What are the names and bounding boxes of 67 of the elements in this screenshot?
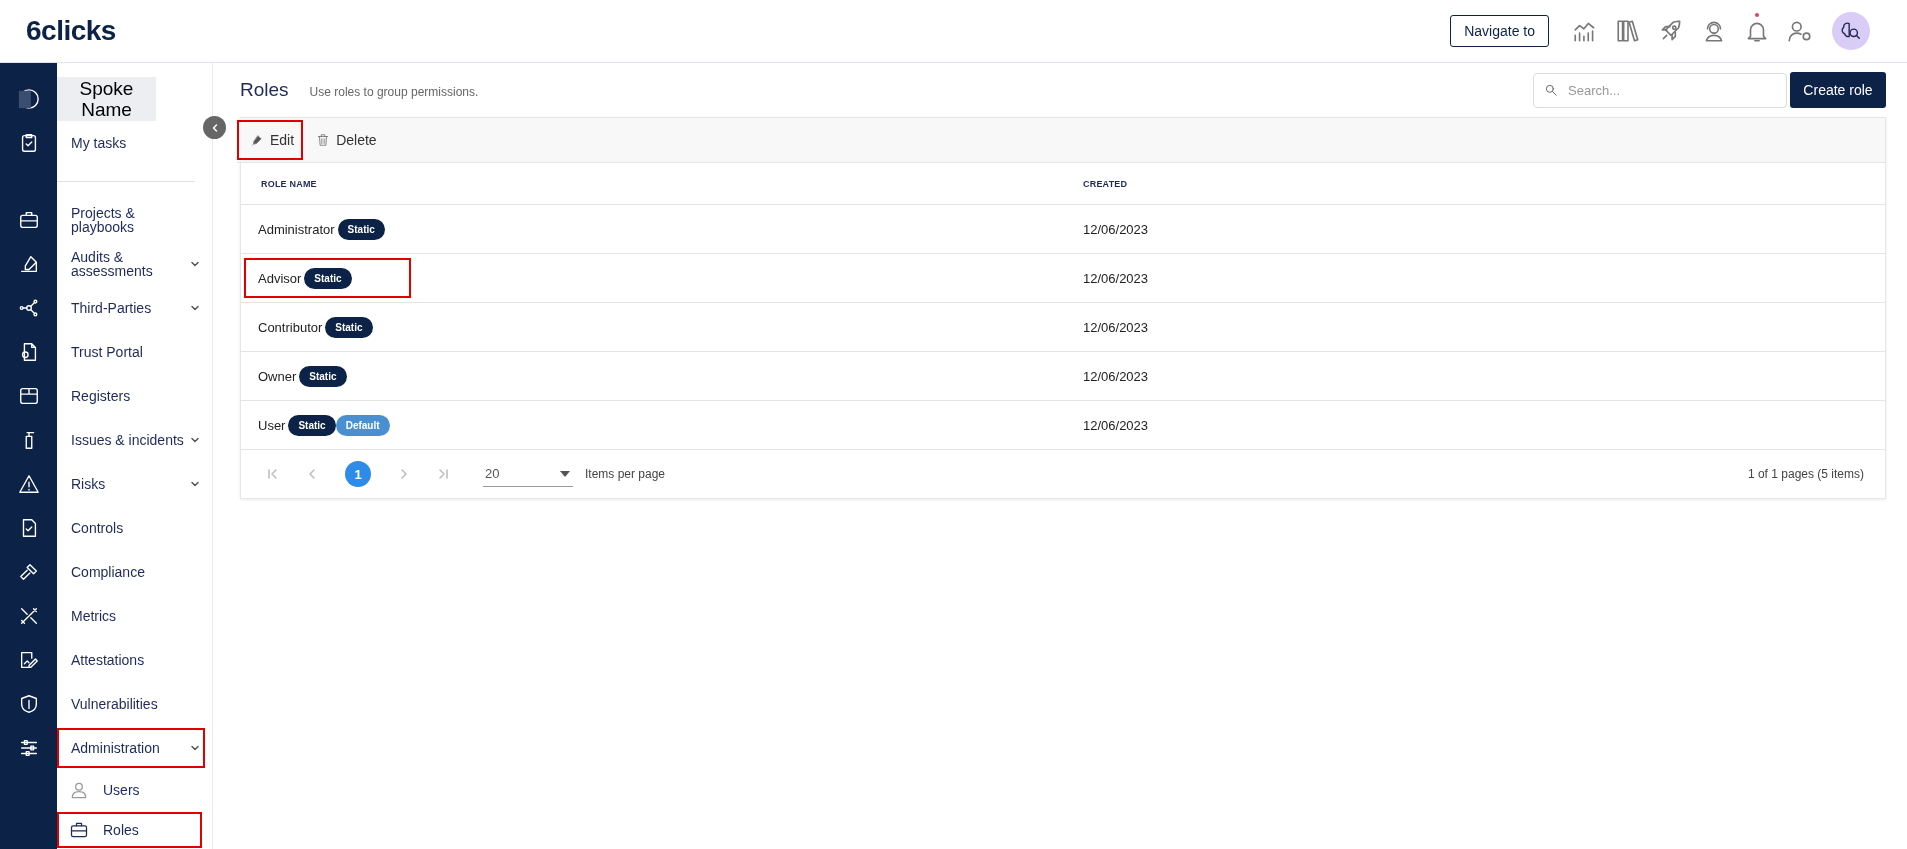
sidebar-item[interactable]: Third-Parties <box>57 288 205 328</box>
logo[interactable]: 6clicks <box>26 15 116 47</box>
role-name[interactable]: User <box>258 417 286 433</box>
sidebar-item[interactable]: Audits & assessments <box>57 244 205 284</box>
create-role-button[interactable]: Create role <box>1790 72 1886 108</box>
org-logo-icon[interactable] <box>17 88 40 110</box>
role-name[interactable]: Contributor <box>258 319 323 335</box>
default-tag: Default <box>335 414 390 436</box>
menu-item-icon[interactable] <box>17 473 40 495</box>
menu-item-icon[interactable] <box>17 561 40 583</box>
items-per-page-label: Items per page <box>585 467 666 481</box>
assistant-button[interactable] <box>1832 12 1870 50</box>
sidebar-item[interactable]: Metrics <box>57 596 205 636</box>
static-tag: Static <box>337 218 385 240</box>
role-name[interactable]: Owner <box>258 368 297 384</box>
static-tag: Static <box>304 267 352 289</box>
sidebar-subitem[interactable]: Roles <box>57 812 202 848</box>
sidebar-item[interactable]: Controls <box>57 508 205 548</box>
page-title: Roles <box>240 79 289 101</box>
created-date: 12/06/2023 <box>1083 417 1149 433</box>
search-field[interactable]: Search... <box>1533 72 1787 108</box>
collapse-button[interactable] <box>203 116 226 139</box>
sidebar-item[interactable]: Vulnerabilities <box>57 684 205 724</box>
static-tag: Static <box>288 414 336 436</box>
page-size-dropdown[interactable]: 20 <box>483 461 573 487</box>
sidebar-item[interactable]: Registers <box>57 376 205 416</box>
delete-button[interactable]: Delete <box>303 120 386 160</box>
page-subtitle: Use roles to group permissions. <box>309 85 479 99</box>
books-icon[interactable] <box>1615 18 1641 44</box>
static-tag: Static <box>325 316 373 338</box>
sidebar-item[interactable]: Risks <box>57 464 205 504</box>
table-row[interactable]: Owner Static 12/06/2023 <box>241 352 1885 401</box>
created-date: 12/06/2023 <box>1083 270 1149 286</box>
navigate-button[interactable]: Navigate to <box>1450 15 1549 47</box>
sidebar-item[interactable]: Administration <box>57 728 205 768</box>
role-name[interactable]: Administrator <box>258 221 335 237</box>
menu-item-icon[interactable] <box>17 297 40 319</box>
edit-button[interactable]: Edit <box>237 120 304 160</box>
column-header[interactable]: ROLE NAME <box>241 178 1063 189</box>
sidebar-item[interactable]: Compliance <box>57 552 205 592</box>
briefcase-icon <box>69 820 89 840</box>
sidebar-item[interactable]: Trust Portal <box>57 332 205 372</box>
static-tag: Static <box>299 365 347 387</box>
created-date: 12/06/2023 <box>1083 319 1149 335</box>
sidebar-item[interactable]: Attestations <box>57 640 205 680</box>
pagination-summary: 1 of 1 pages (5 items) <box>1747 467 1864 481</box>
sidebar-item[interactable]: Projects & playbooks <box>57 200 205 240</box>
table-row[interactable]: Advisor Static 12/06/2023 <box>241 254 1885 303</box>
menu-item-icon[interactable] <box>17 209 40 231</box>
created-date: 12/06/2023 <box>1083 221 1149 237</box>
sidebar-subitem[interactable]: Users <box>57 772 202 808</box>
table-row[interactable]: Contributor Static 12/06/2023 <box>241 303 1885 352</box>
search-icon <box>1544 82 1558 97</box>
sidebar-item[interactable]: Issues & incidents <box>57 420 205 460</box>
menu-item-icon[interactable] <box>17 385 40 407</box>
table-row[interactable]: User Static Default 12/06/2023 <box>241 401 1885 450</box>
table-row[interactable]: Administrator Static 12/06/2023 <box>241 205 1885 254</box>
sidebar-item[interactable]: My tasks <box>57 123 205 163</box>
created-date: 12/06/2023 <box>1083 368 1149 384</box>
brain-search-icon <box>1840 20 1862 42</box>
role-name[interactable]: Advisor <box>258 270 302 286</box>
user-icon <box>69 780 89 800</box>
dropdown-arrow-icon <box>559 469 571 478</box>
trash-icon <box>316 133 331 147</box>
workspace-name[interactable]: Spoke Name <box>57 77 156 121</box>
pencil-icon <box>250 133 264 147</box>
column-header[interactable]: CREATED <box>1063 178 1885 189</box>
